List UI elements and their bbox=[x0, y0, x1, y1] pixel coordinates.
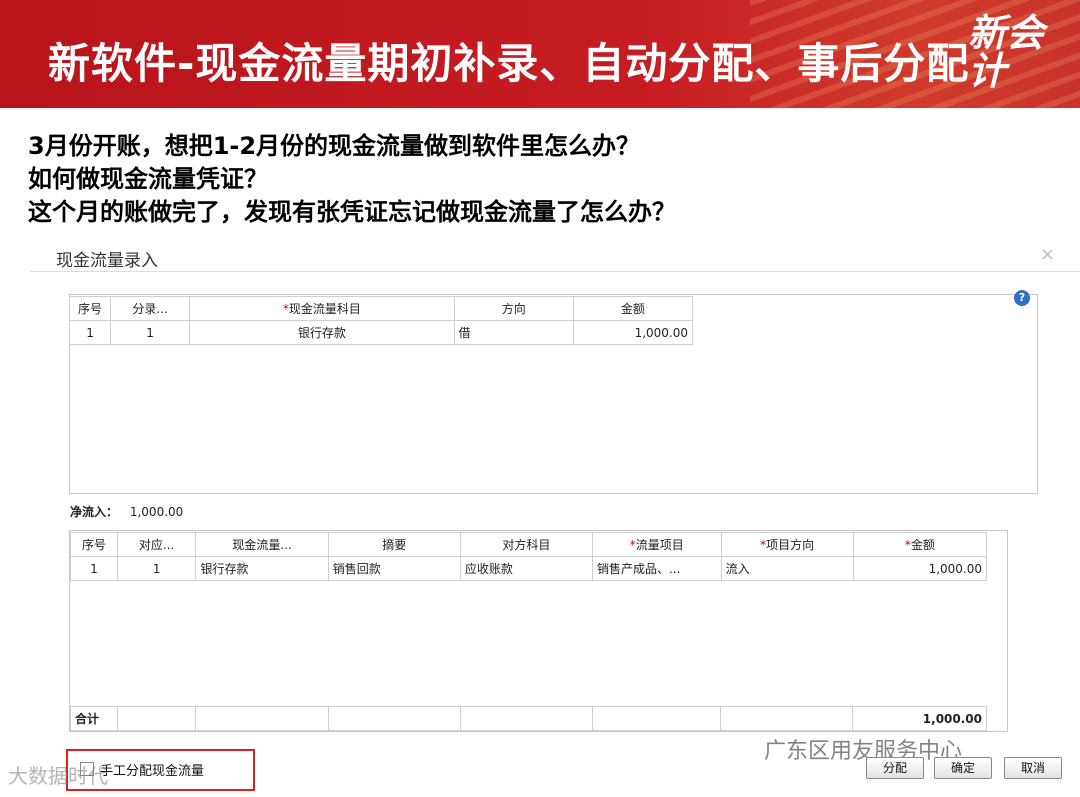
total-empty-cell bbox=[327, 706, 461, 731]
total-table: 合计 1,000.00 bbox=[70, 706, 987, 731]
cell-direction[interactable]: 借 bbox=[453, 320, 574, 345]
ok-button[interactable]: 确定 bbox=[934, 757, 992, 779]
watermark-left: 大数据时代 bbox=[8, 764, 108, 788]
allocate-button[interactable]: 分配 bbox=[866, 757, 924, 779]
col-header-cash-flow: 现金流量... bbox=[195, 532, 329, 557]
total-empty-cell bbox=[591, 706, 722, 731]
cash-account-table: 序号 分录... *现金流量科目 方向 金额 1 1 银行存款 借 1,000.… bbox=[68, 296, 694, 345]
new-accounting-logo: 新会 计 bbox=[968, 14, 1058, 100]
cell-amount[interactable]: 1,000.00 bbox=[572, 320, 694, 345]
col-header-summary: 摘要 bbox=[327, 532, 461, 557]
net-inflow-label: 净流入： bbox=[70, 505, 119, 519]
cell-seq: 1 bbox=[68, 320, 112, 345]
cell-cash-flow[interactable]: 银行存款 bbox=[195, 556, 329, 581]
table-row[interactable]: 1 1 银行存款 借 1,000.00 bbox=[68, 320, 694, 345]
total-empty-cell bbox=[195, 706, 329, 731]
total-label: 合计 bbox=[70, 706, 118, 731]
table-row[interactable]: 1 1 银行存款 销售回款 应收账款 销售产成品、... 流入 1,000.00 bbox=[70, 556, 988, 581]
logo-text: 新会 计 bbox=[968, 11, 1045, 93]
total-empty-cell bbox=[116, 706, 197, 731]
cell-entry: 1 bbox=[110, 320, 191, 345]
col-header-item-direction: *项目方向 bbox=[720, 532, 854, 557]
col-header-seq: 序号 bbox=[70, 532, 118, 557]
total-amount: 1,000.00 bbox=[852, 706, 987, 731]
title-banner: 新软件-现金流量期初补录、自动分配、事后分配 新会 计 bbox=[0, 0, 1080, 108]
total-empty-cell bbox=[459, 706, 594, 731]
col-header-corresponding: 对应... bbox=[116, 532, 197, 557]
banner-title: 新软件-现金流量期初补录、自动分配、事后分配 bbox=[48, 39, 970, 88]
watermark-right: 广东区用友服务中心 bbox=[764, 739, 963, 764]
cancel-button[interactable]: 取消 bbox=[1004, 757, 1062, 779]
cell-corresponding: 1 bbox=[116, 556, 197, 581]
total-empty-cell bbox=[720, 706, 854, 731]
net-inflow: 净流入： 1,000.00 bbox=[70, 503, 183, 520]
cell-item-direction[interactable]: 流入 bbox=[720, 556, 854, 581]
col-header-direction: 方向 bbox=[453, 296, 574, 321]
total-row: 合计 1,000.00 bbox=[70, 706, 987, 731]
cell-flow-item[interactable]: 销售产成品、... bbox=[591, 556, 722, 581]
col-header-amount: *金额 bbox=[852, 532, 988, 557]
cell-seq: 1 bbox=[70, 556, 118, 581]
col-header-seq: 序号 bbox=[68, 296, 112, 321]
question-1: 3月份开账，想把1-2月份的现金流量做到软件里怎么办？ bbox=[28, 132, 641, 160]
table-header-row: 序号 分录... *现金流量科目 方向 金额 bbox=[68, 296, 694, 321]
dialog-title: 现金流量录入 bbox=[56, 251, 158, 271]
question-2: 如何做现金流量凭证？ bbox=[28, 165, 268, 193]
cash-flow-item-table: 序号 对应... 现金流量... 摘要 对方科目 *流量项目 *项目方向 *金额… bbox=[70, 532, 988, 581]
cell-counter-account[interactable]: 应收账款 bbox=[459, 556, 593, 581]
col-header-cash-account: *现金流量科目 bbox=[189, 296, 455, 321]
cell-cash-account[interactable]: 银行存款 bbox=[189, 320, 455, 345]
col-header-flow-item: *流量项目 bbox=[591, 532, 722, 557]
net-inflow-value: 1,000.00 bbox=[129, 505, 184, 519]
question-3: 这个月的账做完了，发现有张凭证忘记做现金流量了怎么办？ bbox=[28, 198, 676, 226]
table-header-row: 序号 对应... 现金流量... 摘要 对方科目 *流量项目 *项目方向 *金额 bbox=[70, 532, 988, 557]
cell-summary[interactable]: 销售回款 bbox=[327, 556, 461, 581]
col-header-amount: 金额 bbox=[572, 296, 694, 321]
questions-block: 3月份开账，想把1-2月份的现金流量做到软件里怎么办？ 如何做现金流量凭证？ 这… bbox=[28, 130, 676, 229]
cell-amount[interactable]: 1,000.00 bbox=[852, 556, 988, 581]
help-icon[interactable]: ? bbox=[1014, 290, 1030, 306]
manual-allocation-label[interactable]: 手工分配现金流量 bbox=[100, 760, 204, 779]
col-header-counter-account: 对方科目 bbox=[459, 532, 593, 557]
close-icon[interactable]: × bbox=[1040, 244, 1055, 265]
col-header-entry: 分录... bbox=[110, 296, 191, 321]
dialog-divider bbox=[30, 271, 1080, 272]
